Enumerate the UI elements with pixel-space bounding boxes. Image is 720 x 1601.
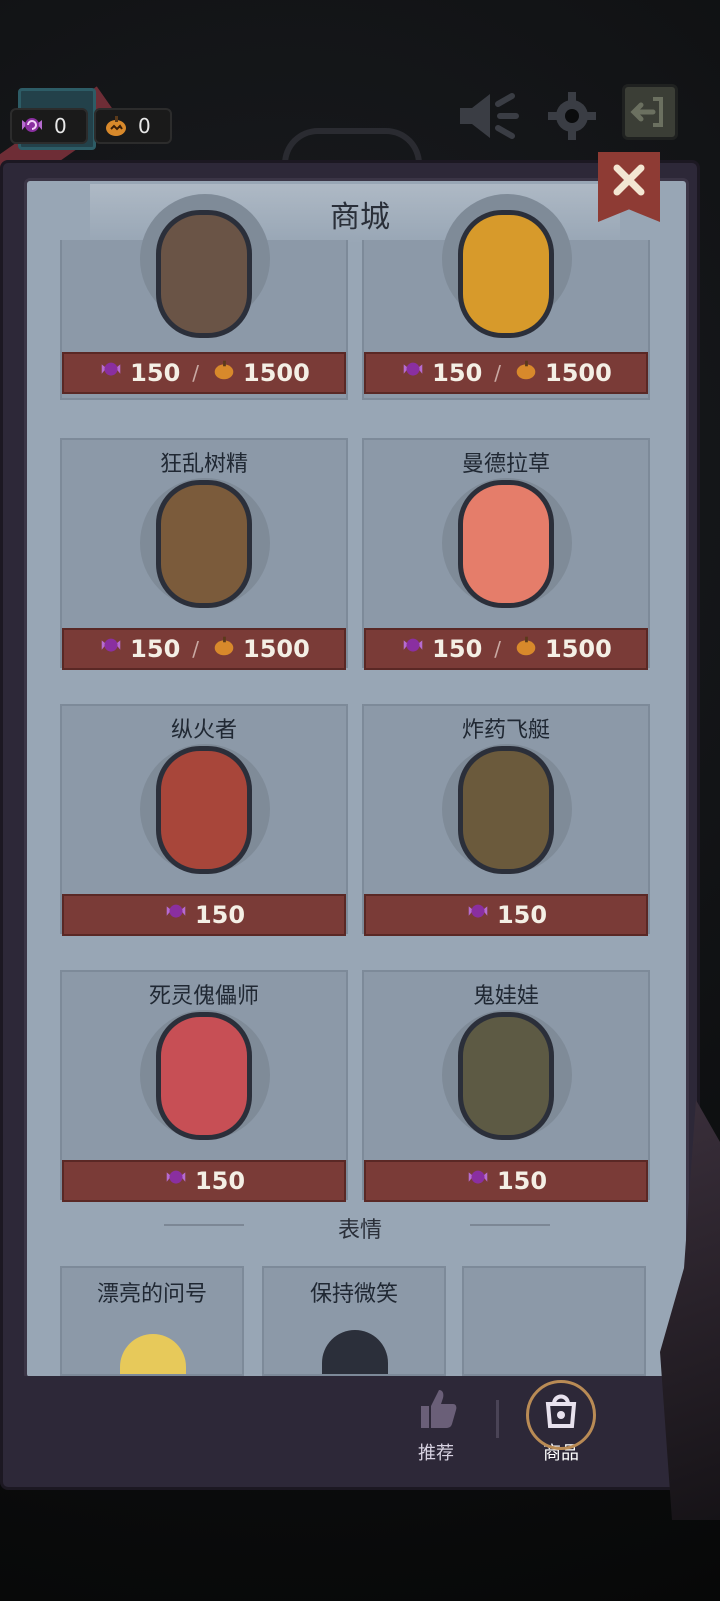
price-separator: / <box>494 361 502 385</box>
price-button[interactable]: 150 / 1500 <box>364 628 648 670</box>
emote-name: 漂亮的问号 <box>96 1282 207 1307</box>
pumpkin-price: 1500 <box>545 635 612 663</box>
candy-icon <box>400 357 426 389</box>
price-separator: / <box>192 637 200 661</box>
character-name: 纵火者 <box>170 718 237 743</box>
character-portrait <box>458 480 554 608</box>
character-card[interactable]: 死灵傀儡师 150 <box>60 970 348 1202</box>
price-button[interactable]: 150 <box>364 894 648 936</box>
emote-preview <box>120 1334 186 1374</box>
nav-item-recommend[interactable]: 推荐 <box>404 1384 468 1465</box>
character-card[interactable]: 狂乱树精 150 / 1500 <box>60 438 348 670</box>
candy-icon <box>465 899 491 931</box>
pumpkin-icon <box>513 357 539 389</box>
pumpkin-counter: 0 <box>94 108 172 144</box>
character-card[interactable]: 纵火者 150 <box>60 704 348 936</box>
gear-icon[interactable] <box>546 90 598 146</box>
candy-icon <box>163 1165 189 1197</box>
candy-price: 150 <box>496 901 548 929</box>
price-button[interactable]: 150 / 1500 <box>62 352 346 394</box>
character-portrait <box>156 1012 252 1140</box>
emote-name: 保持微笑 <box>309 1282 398 1307</box>
character-card[interactable]: 鬼娃娃 150 <box>362 970 650 1202</box>
price-button[interactable]: 150 <box>62 894 346 936</box>
character-portrait <box>156 480 252 608</box>
price-separator: / <box>494 637 502 661</box>
character-name: 狂乱树精 <box>159 452 248 477</box>
candy-price: 150 <box>194 901 246 929</box>
price-button[interactable]: 150 <box>62 1160 346 1202</box>
pumpkin-price: 1500 <box>243 359 310 387</box>
character-card[interactable]: 150 / 1500 <box>362 194 650 400</box>
price-separator: / <box>192 361 200 385</box>
nav-label: 推荐 <box>418 1443 454 1464</box>
character-portrait <box>458 210 554 338</box>
candy-price: 150 <box>194 1167 246 1195</box>
character-name: 曼德拉草 <box>461 452 550 477</box>
emote-card[interactable] <box>462 1266 646 1376</box>
candy-price: 150 <box>130 635 181 663</box>
pumpkin-count: 0 <box>138 114 151 138</box>
character-card[interactable]: 150 / 1500 <box>60 194 348 400</box>
candy-icon <box>163 899 189 931</box>
character-portrait <box>458 746 554 874</box>
candy-icon <box>400 633 426 665</box>
character-name: 鬼娃娃 <box>472 984 539 1009</box>
horn-ornament <box>282 128 422 164</box>
emote-card[interactable]: 保持微笑 <box>262 1266 446 1376</box>
emote-card[interactable]: 漂亮的问号 <box>60 1266 244 1376</box>
price-button[interactable]: 150 / 1500 <box>364 352 648 394</box>
character-portrait <box>156 746 252 874</box>
nav-item-goods[interactable]: 商品 <box>524 1380 598 1465</box>
candy-price: 150 <box>130 359 181 387</box>
pumpkin-price: 1500 <box>545 359 612 387</box>
pumpkin-icon <box>102 112 130 140</box>
pumpkin-price: 1500 <box>243 635 310 663</box>
speaker-mute-icon[interactable] <box>456 90 522 146</box>
active-tab-ring <box>526 1380 596 1450</box>
candy-price: 150 <box>432 635 483 663</box>
candy-price: 150 <box>496 1167 548 1195</box>
pumpkin-icon <box>513 633 539 665</box>
emote-preview <box>322 1330 388 1374</box>
character-portrait <box>458 1012 554 1140</box>
pumpkin-icon <box>211 357 237 389</box>
candy-icon <box>18 112 46 140</box>
character-name: 死灵傀儡师 <box>148 984 259 1009</box>
character-card[interactable]: 曼德拉草 150 / 1500 <box>362 438 650 670</box>
exit-icon[interactable] <box>622 84 678 140</box>
emote-section-label: 表情 <box>337 1218 382 1243</box>
candy-icon <box>465 1165 491 1197</box>
pumpkin-icon <box>211 633 237 665</box>
price-button[interactable]: 150 <box>364 1160 648 1202</box>
candy-counter: 0 <box>10 108 88 144</box>
candy-count: 0 <box>54 114 67 138</box>
price-button[interactable]: 150 / 1500 <box>62 628 346 670</box>
candy-price: 150 <box>432 359 483 387</box>
candy-icon <box>98 633 124 665</box>
candy-icon <box>98 357 124 389</box>
thumbs-up-icon <box>411 1390 461 1439</box>
character-card[interactable]: 炸药飞艇 150 <box>362 704 650 936</box>
nav-divider <box>496 1400 499 1438</box>
character-name: 炸药飞艇 <box>461 718 550 743</box>
character-portrait <box>156 210 252 338</box>
close-icon <box>611 162 647 202</box>
